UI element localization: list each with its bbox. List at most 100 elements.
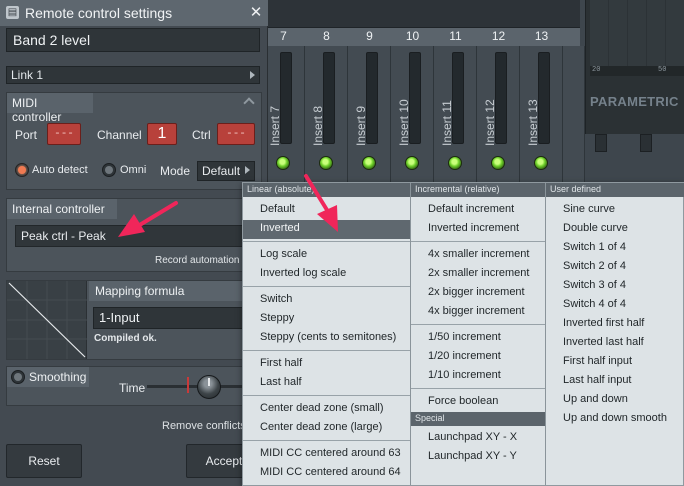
internal-controller-select[interactable]: Peak ctrl - Peak <box>15 225 261 247</box>
chevron-right-icon <box>245 166 250 174</box>
insert-enable-led[interactable] <box>448 156 462 170</box>
target-parameter-field[interactable]: Band 2 level <box>6 28 260 52</box>
mode-select-value: Default <box>202 164 241 178</box>
menu-item[interactable]: Switch <box>243 291 410 310</box>
menu-item[interactable]: 2x smaller increment <box>411 265 545 284</box>
channel-field[interactable]: 1 <box>147 123 177 145</box>
menu-item[interactable]: 1/20 increment <box>411 348 545 367</box>
reset-button[interactable]: Reset <box>6 444 82 478</box>
menu-item[interactable]: Switch 2 of 4 <box>546 258 684 277</box>
close-icon[interactable]: ✕ <box>247 3 265 21</box>
menu-item[interactable]: Inverted log scale <box>243 265 410 284</box>
menu-item[interactable]: Steppy <box>243 310 410 329</box>
mixer-number: 12 <box>491 29 506 43</box>
link-select[interactable]: Link 1 <box>6 66 260 84</box>
internal-controller-header: Internal controller <box>7 199 117 219</box>
smoothing-section: Smoothing Time <box>6 366 262 406</box>
mixer-number: 13 <box>534 29 549 43</box>
insert-label: Insert 13 <box>526 99 540 146</box>
menu-item[interactable]: Last half input <box>546 372 684 391</box>
menu-separator <box>243 440 410 441</box>
menu-separator <box>243 395 410 396</box>
menu-item[interactable]: First half input <box>546 353 684 372</box>
menu-item[interactable]: Center dead zone (large) <box>243 419 410 438</box>
menu-item[interactable]: Force boolean <box>411 393 545 412</box>
menu-item[interactable]: Inverted increment <box>411 220 545 239</box>
eq-mini-button[interactable] <box>640 134 652 152</box>
eq-frequency-scale: 20 50 <box>590 66 684 76</box>
menu-item[interactable]: Inverted last half <box>546 334 684 353</box>
menu-item[interactable]: 4x bigger increment <box>411 303 545 322</box>
smoothing-toggle[interactable] <box>11 370 25 384</box>
menu-header-linear: Linear (absolute) <box>243 183 410 197</box>
time-label: Time <box>119 381 146 395</box>
menu-separator <box>243 350 410 351</box>
mixer-number: 11 <box>449 29 462 43</box>
menu-item[interactable]: Switch 1 of 4 <box>546 239 684 258</box>
menu-item[interactable]: 1/10 increment <box>411 367 545 386</box>
menu-item[interactable]: Default increment <box>411 201 545 220</box>
insert-label: Insert 12 <box>483 99 497 146</box>
menu-item[interactable]: MIDI CC centered around 64 <box>243 464 410 483</box>
menu-item[interactable]: First half <box>243 355 410 374</box>
eq-graph[interactable] <box>590 0 684 66</box>
menu-item[interactable]: MIDI CC centered around 63 <box>243 445 410 464</box>
channel-label: Channel <box>97 128 142 142</box>
menu-item[interactable]: Sine curve <box>546 201 684 220</box>
menu-item[interactable]: Last half <box>243 374 410 393</box>
scale-tick: 50 <box>658 66 667 74</box>
menu-item-selected[interactable]: Inverted <box>243 220 410 239</box>
menu-column-incremental: Incremental (relative) Default increment… <box>411 183 546 485</box>
menu-header-user-defined: User defined <box>546 183 684 197</box>
link-select-value: Link 1 <box>11 68 44 82</box>
menu-item[interactable]: Default <box>243 201 410 220</box>
midi-controller-header: MIDI controller <box>7 93 93 124</box>
mode-select[interactable]: Default <box>197 161 255 181</box>
menu-separator <box>411 241 545 242</box>
menu-item[interactable]: Switch 3 of 4 <box>546 277 684 296</box>
menu-item[interactable]: Double curve <box>546 220 684 239</box>
insert-enable-led[interactable] <box>319 156 333 170</box>
menu-item[interactable]: Center dead zone (small) <box>243 400 410 419</box>
menu-item[interactable]: Log scale <box>243 246 410 265</box>
mixer-number: 7 <box>280 29 287 43</box>
menu-item[interactable]: Inverted first half <box>546 315 684 334</box>
collapse-icon[interactable] <box>243 97 255 109</box>
mapping-formula-section: Mapping formula 1-Input Compiled ok. <box>6 280 262 360</box>
menu-item[interactable]: 4x smaller increment <box>411 246 545 265</box>
scale-tick: 20 <box>592 66 601 74</box>
menu-separator <box>411 388 545 389</box>
mapping-formula-header: Mapping formula <box>89 281 261 301</box>
dialog-titlebar[interactable]: ▤ Remote control settings ✕ <box>0 0 268 26</box>
insert-enable-led[interactable] <box>491 156 505 170</box>
record-automation-label[interactable]: Record automation <box>155 255 240 266</box>
insert-enable-led[interactable] <box>534 156 548 170</box>
mixer-number-row: 7 8 9 10 11 12 13 <box>262 28 580 46</box>
omni-label: Omni <box>120 164 147 176</box>
menu-item[interactable]: Launchpad XY - Y <box>411 448 545 467</box>
menu-item[interactable]: 2x bigger increment <box>411 284 545 303</box>
menu-item[interactable]: 1/50 increment <box>411 329 545 348</box>
remote-control-icon: ▤ <box>6 6 19 19</box>
mapping-curve-preview <box>7 281 87 359</box>
port-field[interactable]: --- <box>47 123 81 145</box>
menu-item[interactable]: Switch 4 of 4 <box>546 296 684 315</box>
insert-enable-led[interactable] <box>405 156 419 170</box>
eq-mini-button[interactable] <box>595 134 607 152</box>
insert-enable-led[interactable] <box>362 156 376 170</box>
auto-detect-radio[interactable] <box>15 163 29 177</box>
remove-conflicts-link[interactable]: Remove conflicts <box>162 420 246 432</box>
menu-column-linear: Linear (absolute) Default Inverted Log s… <box>243 183 411 485</box>
menu-item[interactable]: Up and down smooth <box>546 410 684 429</box>
time-knob[interactable] <box>197 375 221 399</box>
insert-enable-led[interactable] <box>276 156 290 170</box>
parametric-title: PARAMETRIC <box>590 94 679 109</box>
insert-label: Insert 8 <box>311 105 325 146</box>
omni-radio[interactable] <box>102 163 116 177</box>
mapping-formula-input[interactable]: 1-Input <box>93 307 261 329</box>
menu-item[interactable]: Launchpad XY - X <box>411 429 545 448</box>
menu-item[interactable]: Steppy (cents to semitones) <box>243 329 410 348</box>
menu-item[interactable]: Up and down <box>546 391 684 410</box>
menu-column-user-defined: User defined Sine curve Double curve Swi… <box>546 183 684 485</box>
ctrl-field[interactable]: --- <box>217 123 255 145</box>
